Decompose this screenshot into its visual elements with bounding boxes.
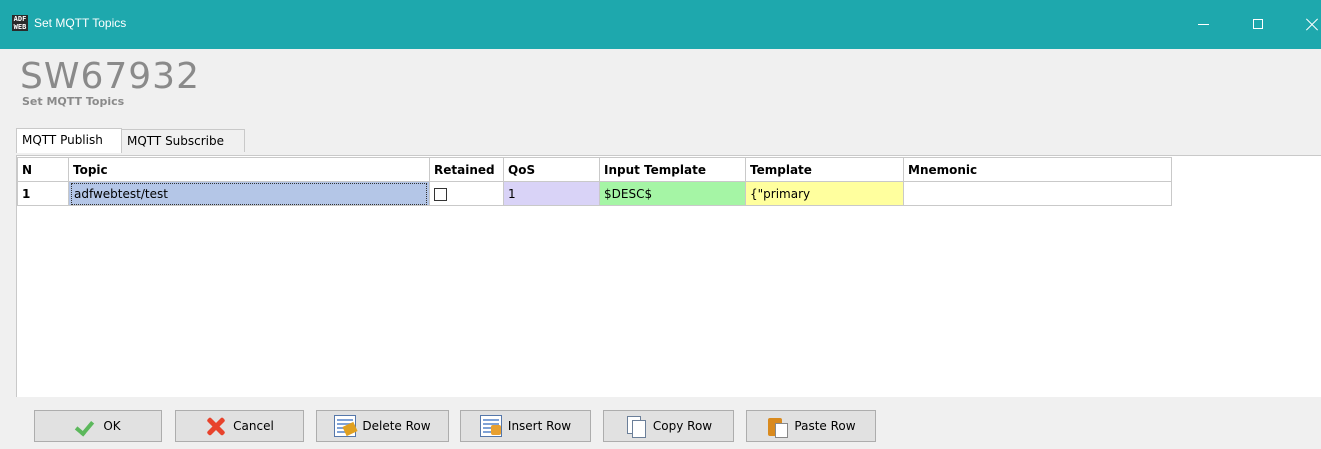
close-button[interactable]: [1292, 0, 1321, 49]
maximize-icon: [1253, 19, 1263, 29]
check-icon: [75, 415, 97, 437]
row-number-cell: 1: [17, 181, 69, 206]
paste-icon: [766, 415, 789, 438]
app-logo-icon: ADF WEB: [12, 15, 28, 31]
product-code: SW67932: [20, 56, 200, 97]
column-header-input-template[interactable]: Input Template: [599, 157, 746, 182]
retained-checkbox[interactable]: [434, 187, 447, 201]
column-header-template[interactable]: Template: [745, 157, 904, 182]
tab-mqtt-publish[interactable]: MQTT Publish: [16, 128, 122, 153]
logo-text-top: ADF: [13, 15, 27, 23]
title-bar: ADF WEB Set MQTT Topics: [0, 0, 1321, 49]
column-header-mnemonic[interactable]: Mnemonic: [903, 157, 1172, 182]
logo-text-bottom: WEB: [13, 23, 27, 31]
topic-cell[interactable]: adfwebtest/test: [68, 181, 430, 206]
column-header-n[interactable]: N: [17, 157, 69, 182]
minimize-button[interactable]: [1182, 0, 1226, 49]
ok-button[interactable]: OK: [34, 410, 162, 442]
maximize-button[interactable]: [1237, 0, 1281, 49]
topics-table: N Topic Retained QoS Input Template Temp…: [17, 157, 1172, 206]
delete-row-icon: [334, 415, 357, 437]
window-title: Set MQTT Topics: [34, 16, 127, 30]
insert-row-icon: [479, 415, 502, 437]
copy-row-button[interactable]: Copy Row: [603, 410, 734, 442]
column-header-qos[interactable]: QoS: [503, 157, 600, 182]
template-cell[interactable]: {"primary: [745, 181, 904, 206]
cancel-button[interactable]: Cancel: [175, 410, 304, 442]
topics-grid: N Topic Retained QoS Input Template Temp…: [16, 155, 1321, 397]
button-bar: OK Cancel Delete Row Insert Row Copy Row…: [0, 397, 1321, 449]
cancel-label: Cancel: [233, 419, 274, 433]
paste-row-button[interactable]: Paste Row: [746, 410, 876, 442]
header: SW67932 Set MQTT Topics: [0, 49, 1321, 127]
topic-value: adfwebtest/test: [71, 182, 427, 205]
qos-cell[interactable]: 1: [503, 181, 600, 206]
table-header-row: N Topic Retained QoS Input Template Temp…: [17, 157, 1172, 182]
cancel-x-icon: [205, 415, 227, 437]
retained-cell[interactable]: [429, 181, 504, 206]
page-subtitle: Set MQTT Topics: [22, 95, 125, 108]
column-header-retained[interactable]: Retained: [429, 157, 504, 182]
copy-row-label: Copy Row: [652, 419, 713, 433]
input-template-cell[interactable]: $DESC$: [599, 181, 746, 206]
mnemonic-cell[interactable]: [903, 181, 1172, 206]
ok-label: OK: [103, 419, 121, 433]
insert-row-button[interactable]: Insert Row: [460, 410, 591, 442]
copy-icon: [625, 415, 647, 438]
column-header-topic[interactable]: Topic: [68, 157, 430, 182]
table-row[interactable]: 1 adfwebtest/test 1 $DESC$ {"primary: [17, 181, 1172, 206]
delete-row-label: Delete Row: [362, 419, 431, 433]
minimize-icon: [1198, 24, 1209, 25]
paste-row-label: Paste Row: [794, 419, 856, 433]
delete-row-button[interactable]: Delete Row: [316, 410, 449, 442]
insert-row-label: Insert Row: [507, 419, 572, 433]
tab-mqtt-subscribe[interactable]: MQTT Subscribe: [121, 129, 245, 152]
